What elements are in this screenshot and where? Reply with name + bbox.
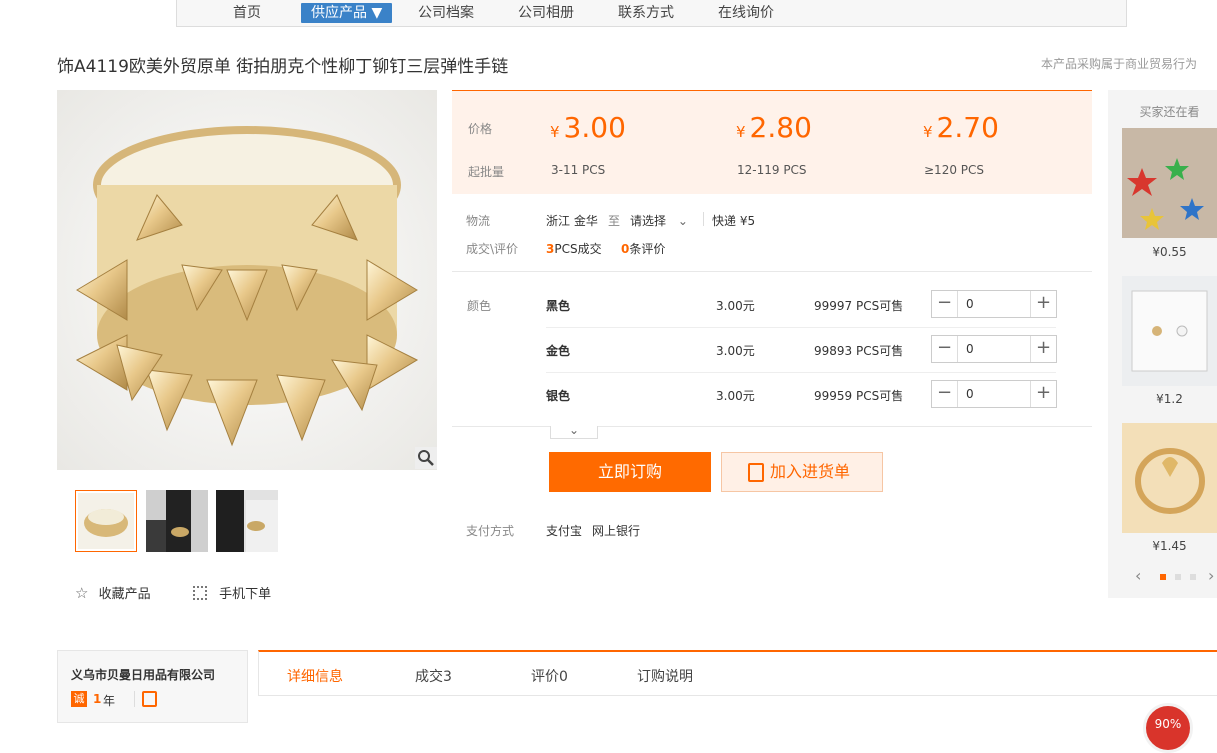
destination-select[interactable]: 请选择 ⌄ [630,212,688,229]
divider [134,691,135,707]
minus-icon[interactable]: − [932,381,958,407]
trade-note: 本产品采购属于商业贸易行为 [1040,57,1197,71]
variant-name-gold: 金色 [546,344,571,358]
payment-label: 支付方式 [466,524,515,538]
nav-contact[interactable]: 联系方式 [618,3,674,23]
thumbnail-1[interactable] [75,490,137,552]
related-item-1-image[interactable] [1122,128,1217,238]
thumbnail-3[interactable] [216,490,278,552]
qty-tier-3: ≥120 PCS [924,163,985,177]
nav-company-album[interactable]: 公司相册 [518,3,574,23]
ship-from: 浙江 金华 [546,214,598,228]
related-item-2-image[interactable] [1122,276,1217,386]
quantity-input[interactable]: 0 [966,297,974,311]
nav-company-profile[interactable]: 公司档案 [418,3,474,23]
price-panel: 价格 起批量 ¥3.00 ¥2.80 ¥2.70 3-11 PCS 12-119… [452,90,1092,194]
nav-inquiry[interactable]: 在线询价 [718,3,774,23]
to-word: 至 [608,214,621,228]
company-card: 义乌市贝曼日用品有限公司 诚 1 年 [57,650,248,723]
buy-now-button[interactable]: 立即订购 [549,452,711,492]
expand-variants-button[interactable]: ⌄ [550,423,598,439]
variant-price: 3.00元 [716,344,755,358]
chevron-down-icon: ⌄ [568,423,580,437]
divider [452,426,1092,427]
price-tier-3: ¥2.70 [923,111,999,144]
thumbnail-2[interactable] [146,490,208,552]
nav-home[interactable]: 首页 [233,3,261,23]
moq-label: 起批量 [468,165,505,179]
trust-badge-icon: 诚 [71,691,87,707]
deals-label: 成交\评价 [466,242,519,256]
product-title: 饰A4119欧美外贸原单 街拍朋克个性柳丁铆钉三层弹性手链 [57,57,509,77]
divider [546,372,1056,373]
price-tier-2: ¥2.80 [736,111,812,144]
tab-reviews[interactable]: 评价0 [531,666,568,686]
divider [546,327,1056,328]
review-count[interactable]: 0条评价 [621,240,665,257]
divider [703,212,704,226]
company-years-unit: 年 [103,694,116,708]
price-tier-1: ¥3.00 [550,111,626,144]
star-icon: ☆ [75,584,89,602]
chevron-right-icon[interactable]: › [1208,566,1214,585]
payment-bank: 网上银行 [592,524,641,538]
plus-icon[interactable]: + [1030,291,1056,317]
chevron-left-icon[interactable]: ‹ [1135,566,1141,585]
variant-stock: 99893 PCS可售 [814,344,904,358]
tab-details[interactable]: 详细信息 [287,666,343,686]
qrcode-icon [193,586,207,600]
quantity-stepper-gold: − 0 + [931,335,1057,363]
deal-count[interactable]: 3PCS成交 [546,240,602,257]
quantity-input[interactable]: 0 [966,342,974,356]
favorite-button[interactable]: ☆ 收藏产品 [75,583,151,602]
related-title: 买家还在看 [1139,105,1200,119]
qty-tier-2: 12-119 PCS [737,163,807,177]
price-label: 价格 [468,122,493,136]
clipboard-icon [748,463,764,482]
nav-products[interactable]: 供应产品 ▼ [301,3,393,23]
quantity-stepper-silver: − 0 + [931,380,1057,408]
related-item-2-price: ¥1.2 [1156,392,1183,406]
zoom-icon[interactable] [415,447,437,469]
qty-tier-1: 3-11 PCS [551,163,606,177]
variant-price: 3.00元 [716,299,755,313]
company-name[interactable]: 义乌市贝曼日用品有限公司 [71,666,215,683]
related-products-panel: 买家还在看 ¥0.55 ¥1.2 ¥1.45 ‹ › [1108,90,1217,598]
logistics-label: 物流 [466,214,491,228]
product-main-image[interactable] [57,90,437,470]
minus-icon[interactable]: − [932,336,958,362]
top-nav: 首页 供应产品 ▼ 公司档案 公司相册 联系方式 在线询价 [176,0,1127,27]
company-years: 1 [93,692,102,706]
carousel-dot[interactable] [1175,574,1181,580]
detail-tabs: 详细信息 成交3 评价0 订购说明 [258,650,1217,696]
mobile-order-button[interactable]: 手机下单 [193,583,271,602]
variant-name-black: 黑色 [546,299,571,313]
chevron-down-icon: ⌄ [677,214,688,228]
tab-order-info[interactable]: 订购说明 [637,666,693,686]
divider [452,271,1092,272]
variant-stock: 99997 PCS可售 [814,299,904,313]
related-item-3-image[interactable] [1122,423,1217,533]
certificate-icon[interactable] [142,691,157,707]
carousel-dot-active[interactable] [1160,574,1166,580]
payment-alipay: 支付宝 [546,524,583,538]
variant-price: 3.00元 [716,389,755,403]
quantity-input[interactable]: 0 [966,387,974,401]
express-fee: 快递 ¥5 [712,214,756,228]
plus-icon[interactable]: + [1030,381,1056,407]
carousel-dot[interactable] [1190,574,1196,580]
color-label: 颜色 [467,299,492,313]
minus-icon[interactable]: − [932,291,958,317]
plus-icon[interactable]: + [1030,336,1056,362]
variant-name-silver: 银色 [546,389,571,403]
quantity-stepper-black: − 0 + [931,290,1057,318]
tab-deals[interactable]: 成交3 [415,666,452,686]
variant-stock: 99959 PCS可售 [814,389,904,403]
related-item-1-price: ¥0.55 [1152,245,1187,259]
related-item-3-price: ¥1.45 [1152,539,1187,553]
floating-progress-badge[interactable]: 90% [1143,703,1193,753]
add-to-cart-button[interactable]: 加入进货单 [721,452,883,492]
